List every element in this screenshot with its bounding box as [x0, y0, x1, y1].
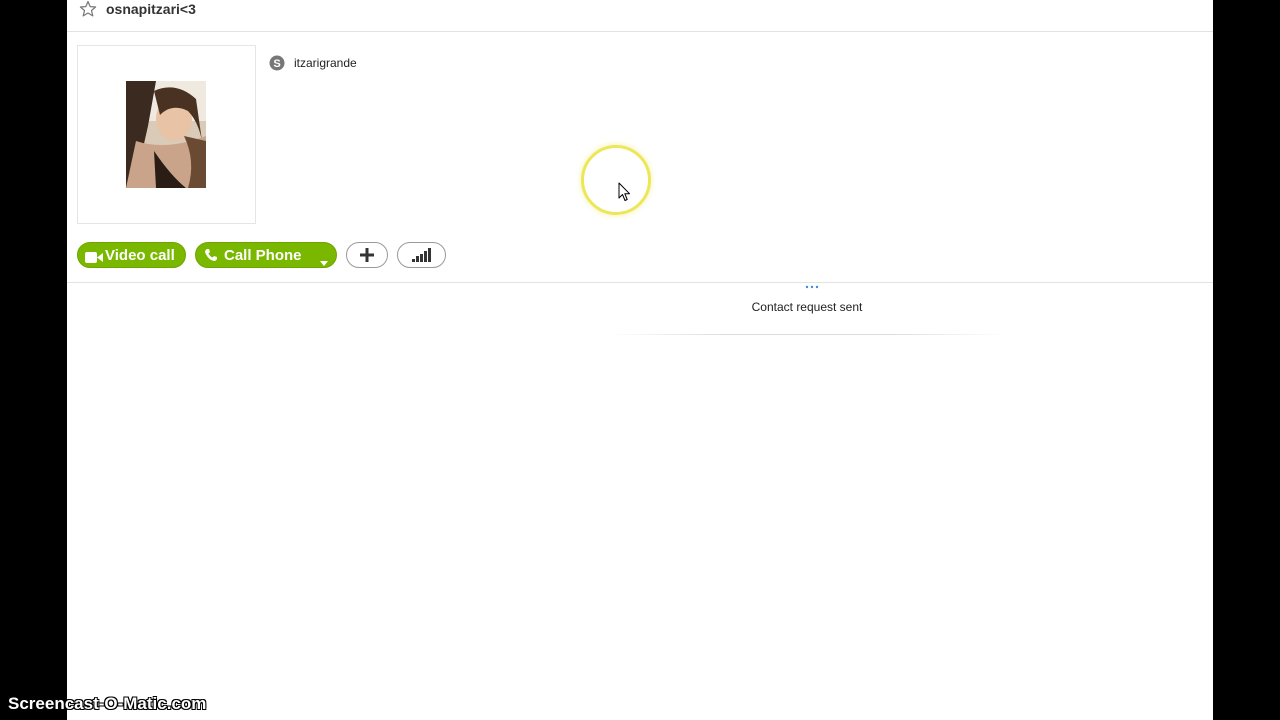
status-message: Contact request sent: [751, 300, 863, 314]
watermark-text: Screencast-O-Matic.com: [8, 694, 207, 713]
video-call-button[interactable]: Video call: [77, 242, 186, 268]
cursor-highlight-ring: [581, 145, 651, 215]
chevron-down-icon[interactable]: [320, 253, 328, 266]
video-camera-icon: [85, 250, 103, 263]
video-call-label: Video call: [105, 247, 175, 264]
star-icon[interactable]: [79, 0, 97, 18]
plus-icon: [360, 248, 374, 262]
skype-icon: S: [269, 55, 285, 71]
call-phone-button[interactable]: Call Phone: [195, 242, 337, 268]
splitter-handle[interactable]: [805, 276, 819, 289]
skype-username: itzarigrande: [294, 56, 357, 70]
avatar: [126, 81, 206, 188]
mouse-pointer-icon: [618, 182, 632, 203]
skype-contact-window: osnapitzari<3 S itzarigrande Video call …: [67, 0, 1213, 720]
avatar-frame: [77, 45, 256, 224]
status-divider: [607, 334, 1007, 335]
call-phone-label: Call Phone: [224, 247, 302, 264]
svg-text:S: S: [273, 58, 280, 70]
divider: [67, 282, 1213, 283]
signal-bars-icon: [412, 248, 431, 262]
contact-display-name: osnapitzari<3: [106, 1, 196, 17]
contact-header: osnapitzari<3: [67, 0, 1213, 32]
phone-icon: [204, 248, 218, 262]
add-button[interactable]: [346, 242, 388, 268]
call-quality-button[interactable]: [397, 242, 446, 268]
